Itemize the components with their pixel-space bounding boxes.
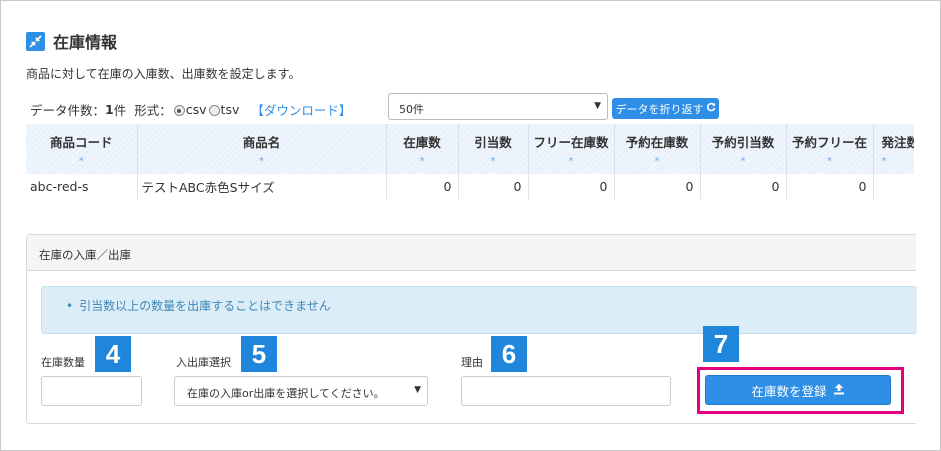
col-header-order-qty[interactable]: 発注数* [873, 124, 914, 174]
reason-label: 理由 [461, 356, 483, 369]
reason-input[interactable] [461, 376, 671, 406]
col-header-allocated[interactable]: 引当数 * [458, 124, 529, 174]
per-page-value: 50件 [399, 103, 424, 116]
quantity-label: 在庫数量 [41, 356, 85, 369]
cell-reserved-allocated: 0 [700, 174, 787, 199]
tsv-radio-label: tsv [220, 102, 240, 117]
count-value: 1 [105, 102, 114, 117]
data-meta-row: データ件数： 1 件 形式： csv tsv 【ダウンロード】 [30, 100, 351, 119]
format-label: 形式： [134, 103, 172, 118]
download-link[interactable]: 【ダウンロード】 [251, 100, 351, 119]
panel-title: 在庫の入庫／出庫 [27, 235, 916, 271]
direction-select-value: 在庫の入庫or出庫を選択してください。 [187, 387, 385, 400]
page-title: 在庫情報 [53, 33, 118, 52]
count-label: データ件数： [30, 103, 106, 118]
step-badge-5: 5 [241, 336, 277, 372]
col-header-reserved-stock[interactable]: 予約在庫数 * [614, 124, 701, 174]
compress-arrows-icon [26, 31, 45, 51]
section-description: 商品に対して在庫の入庫数、出庫数を設定します。 [26, 67, 301, 81]
csv-radio[interactable] [173, 105, 185, 116]
table-row[interactable]: abc-red-s テストABC赤色Sサイズ 0 0 0 0 0 0 [26, 174, 914, 199]
inventory-table: 商品コード * 商品名 * 在庫数 * 引当数 * フリー在庫数 * 予約在庫数 * 予約引… [26, 124, 914, 199]
per-page-select[interactable]: 50件 ▼ [388, 93, 608, 120]
cell-stock: 0 [386, 174, 459, 199]
cell-product-code: abc-red-s [26, 174, 138, 199]
table-header-row: 商品コード * 商品名 * 在庫数 * 引当数 * フリー在庫数 * 予約在庫数 * 予約引… [26, 124, 914, 174]
col-header-product-name[interactable]: 商品名 * [137, 124, 387, 174]
direction-label: 入出庫選択 [176, 356, 231, 369]
cell-allocated: 0 [458, 174, 529, 199]
col-header-free-stock[interactable]: フリー在庫数 * [528, 124, 615, 174]
cell-order-qty [873, 174, 914, 199]
info-alert: • 引当数以上の数量を出庫することはできません [41, 286, 917, 334]
dropdown-arrow-icon: ▼ [594, 101, 601, 111]
cell-product-name: テストABC赤色Sサイズ [137, 174, 387, 199]
wrap-data-label: データを折り返す [615, 102, 704, 116]
col-header-reserved-free[interactable]: 予約フリー在 * [786, 124, 874, 174]
col-header-stock[interactable]: 在庫数 * [386, 124, 459, 174]
bullet-icon: • [66, 299, 74, 313]
wrap-data-button[interactable]: データを折り返す [612, 98, 719, 119]
cell-free-stock: 0 [528, 174, 615, 199]
direction-select[interactable]: 在庫の入庫or出庫を選択してください。 ▼ [174, 376, 428, 406]
section-header: 在庫情報 [26, 29, 117, 53]
alert-text: 引当数以上の数量を出庫することはできません [79, 299, 331, 313]
csv-radio-label: csv [185, 102, 207, 117]
step-badge-6: 6 [491, 336, 527, 372]
tsv-radio[interactable] [208, 105, 220, 116]
quantity-input[interactable] [41, 376, 142, 406]
col-header-reserved-allocated[interactable]: 予約引当数 * [700, 124, 787, 174]
col-header-product-code[interactable]: 商品コード * [26, 124, 138, 174]
upload-icon [833, 383, 845, 398]
refresh-icon [706, 102, 716, 115]
cell-reserved-free: 0 [786, 174, 874, 199]
register-stock-label: 在庫数を登録 [751, 383, 827, 399]
register-stock-button[interactable]: 在庫数を登録 [705, 375, 891, 405]
dropdown-arrow-icon: ▼ [414, 385, 421, 395]
step-badge-4: 4 [95, 336, 131, 372]
count-unit: 件 [113, 103, 127, 118]
cell-reserved-stock: 0 [614, 174, 701, 199]
step-badge-7: 7 [703, 326, 739, 362]
